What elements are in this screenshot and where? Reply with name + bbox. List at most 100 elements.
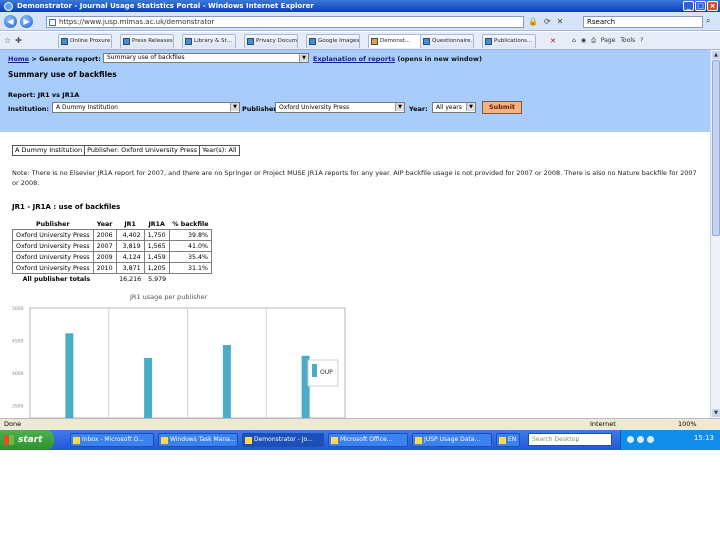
taskbar-item[interactable]: EN bbox=[496, 433, 520, 447]
vertical-scrollbar[interactable]: ▲ ▼ bbox=[710, 50, 720, 418]
table-header: Publisher bbox=[36, 221, 70, 228]
taskbar-item[interactable]: Microsoft Office... bbox=[328, 433, 408, 447]
favorites-star-icon[interactable]: ☆ bbox=[4, 36, 11, 45]
bar-2007 bbox=[144, 357, 153, 418]
page-menu[interactable]: Page bbox=[601, 37, 616, 45]
address-input[interactable]: https://www.jusp.mimas.ac.uk/demonstrato… bbox=[46, 16, 524, 28]
report-select[interactable]: Summary use of backfiles ▼ bbox=[103, 53, 309, 63]
close-button[interactable]: × bbox=[707, 1, 718, 11]
scroll-thumb[interactable] bbox=[712, 60, 720, 236]
table-cell: 31.1% bbox=[168, 262, 212, 274]
table-cell: 4,124 bbox=[115, 251, 145, 263]
search-icon[interactable]: ⌕ bbox=[706, 16, 710, 26]
chevron-down-icon[interactable]: ▼ bbox=[466, 103, 475, 111]
app-icon bbox=[245, 437, 252, 444]
scroll-up-icon[interactable]: ▲ bbox=[712, 51, 720, 59]
clock: 15:13 bbox=[693, 434, 714, 442]
tab-favicon-icon bbox=[61, 38, 68, 45]
tab-3[interactable]: Privacy Docum... bbox=[244, 34, 298, 48]
security-zone: Internet bbox=[590, 420, 616, 428]
refresh-icon[interactable]: ⟳ bbox=[544, 17, 551, 26]
empty-cell bbox=[93, 274, 116, 285]
taskbar-item[interactable]: Demonstrator - Jo... bbox=[242, 433, 324, 447]
tab-7[interactable]: Publications... bbox=[482, 34, 536, 48]
table-cell: Oxford University Press bbox=[12, 240, 94, 252]
table-cell: 39.8% bbox=[168, 229, 212, 241]
backfile-note: Note: There is no Elsevier JR1A report f… bbox=[12, 169, 697, 187]
address-url: https://www.jusp.mimas.ac.uk/demonstrato… bbox=[59, 18, 215, 26]
volume-icon[interactable] bbox=[637, 436, 644, 443]
network-icon[interactable] bbox=[627, 436, 634, 443]
minimize-button[interactable]: _ bbox=[683, 1, 694, 11]
chevron-down-icon[interactable]: ▼ bbox=[395, 103, 404, 111]
table-cell: 1,459 bbox=[143, 251, 170, 263]
table-cell: Oxford University Press bbox=[12, 262, 94, 274]
year-select[interactable]: All years ▼ bbox=[432, 102, 476, 113]
zoom-level[interactable]: 100% bbox=[678, 419, 697, 430]
taskbar-item-label: Microsoft Office... bbox=[340, 436, 393, 443]
table-cell: 2006 bbox=[92, 229, 117, 241]
security-icon[interactable] bbox=[647, 436, 654, 443]
home-link[interactable]: Home bbox=[8, 55, 29, 63]
feeds-icon[interactable]: ◉ bbox=[581, 37, 586, 45]
backfile-table: Publisher Year JR1 JR1A % backfile Oxford Un… bbox=[12, 220, 212, 285]
lock-icon: 🔒 bbox=[528, 17, 538, 26]
help-icon[interactable]: ? bbox=[640, 37, 643, 45]
section-title: JR1 - JR1A : use of backfiles bbox=[12, 203, 121, 211]
tab-label: Publications... bbox=[494, 38, 533, 44]
tab-2[interactable]: Library & St... bbox=[182, 34, 236, 48]
add-favorite-icon[interactable]: ✚ bbox=[15, 36, 22, 45]
tab-1[interactable]: Press Releases... bbox=[120, 34, 174, 48]
taskbar-item-label: JUSP Usage Data... bbox=[424, 436, 481, 443]
chevron-down-icon[interactable]: ▼ bbox=[299, 54, 308, 62]
maximize-button[interactable]: □ bbox=[695, 1, 706, 11]
stop-icon[interactable]: ✕ bbox=[557, 17, 564, 26]
desktop-search-input[interactable]: Search Desktop bbox=[528, 433, 612, 446]
institution-label: Institution: bbox=[8, 105, 50, 113]
tab-favicon-icon bbox=[423, 38, 430, 45]
institution-select[interactable]: A Dummy Institution ▼ bbox=[52, 102, 240, 113]
start-label: start bbox=[18, 435, 43, 445]
institution-value: A Dummy Institution bbox=[56, 104, 118, 111]
tab-label: Library & St... bbox=[194, 38, 232, 44]
tab-favicon-icon bbox=[371, 38, 378, 45]
taskbar-item[interactable]: Inbox - Microsoft O... bbox=[70, 433, 154, 447]
taskbar-item[interactable]: Windows Task Mana... bbox=[158, 433, 238, 447]
table-header: JR1A bbox=[148, 221, 165, 228]
search-input[interactable]: Rsearch bbox=[583, 16, 703, 28]
total-label: All publisher totals bbox=[22, 275, 91, 283]
taskbar-item[interactable]: JUSP Usage Data... bbox=[412, 433, 492, 447]
tab-close-icon[interactable]: ✕ bbox=[550, 37, 556, 45]
start-button[interactable]: start bbox=[0, 430, 54, 450]
forward-arrow-icon[interactable]: ▶ bbox=[20, 15, 33, 28]
system-tray: 15:13 bbox=[620, 430, 720, 450]
selection-summary: A Dummy Institution Publisher: Oxford Un… bbox=[12, 145, 240, 156]
tab-6[interactable]: Questionnaire... bbox=[420, 34, 474, 48]
taskbar-item-label: Inbox - Microsoft O... bbox=[82, 436, 144, 443]
taskbar-item-label: EN bbox=[508, 436, 517, 443]
tab-4[interactable]: Google Images... bbox=[306, 34, 360, 48]
y-tick-label: 3500 bbox=[12, 404, 24, 410]
tab-0[interactable]: Online Proxure... bbox=[58, 34, 112, 48]
back-arrow-icon[interactable]: ◀ bbox=[4, 15, 17, 28]
taskbar-item-label: Windows Task Mana... bbox=[170, 436, 236, 443]
chevron-down-icon[interactable]: ▼ bbox=[230, 103, 239, 111]
table-header: % backfile bbox=[172, 221, 209, 228]
home-icon[interactable]: ⌂ bbox=[572, 37, 576, 45]
scroll-down-icon[interactable]: ▼ bbox=[712, 409, 720, 417]
y-tick-label: 5000 bbox=[12, 306, 24, 312]
table-cell: 3,871 bbox=[115, 262, 145, 274]
tools-menu[interactable]: Tools bbox=[620, 37, 635, 45]
jr1-usage-chart: 5000 4500 4000 3500 OUP bbox=[12, 306, 346, 418]
print-icon[interactable]: ⎙ bbox=[591, 37, 596, 45]
explanation-link[interactable]: Explanation of reports bbox=[313, 55, 395, 63]
publisher-label: Publisher: bbox=[242, 105, 280, 113]
tab-label: Google Images... bbox=[318, 38, 360, 44]
table-cell: 2007 bbox=[92, 240, 117, 252]
totals-row: All publisher totals 16,216 5,979 bbox=[13, 274, 212, 285]
legend-label: OUP bbox=[320, 369, 333, 376]
submit-button[interactable]: Submit bbox=[482, 101, 522, 114]
table-cell: 1,750 bbox=[143, 229, 170, 241]
tab-5[interactable]: Demonst... bbox=[368, 34, 422, 48]
publisher-select[interactable]: Oxford University Press ▼ bbox=[275, 102, 405, 113]
